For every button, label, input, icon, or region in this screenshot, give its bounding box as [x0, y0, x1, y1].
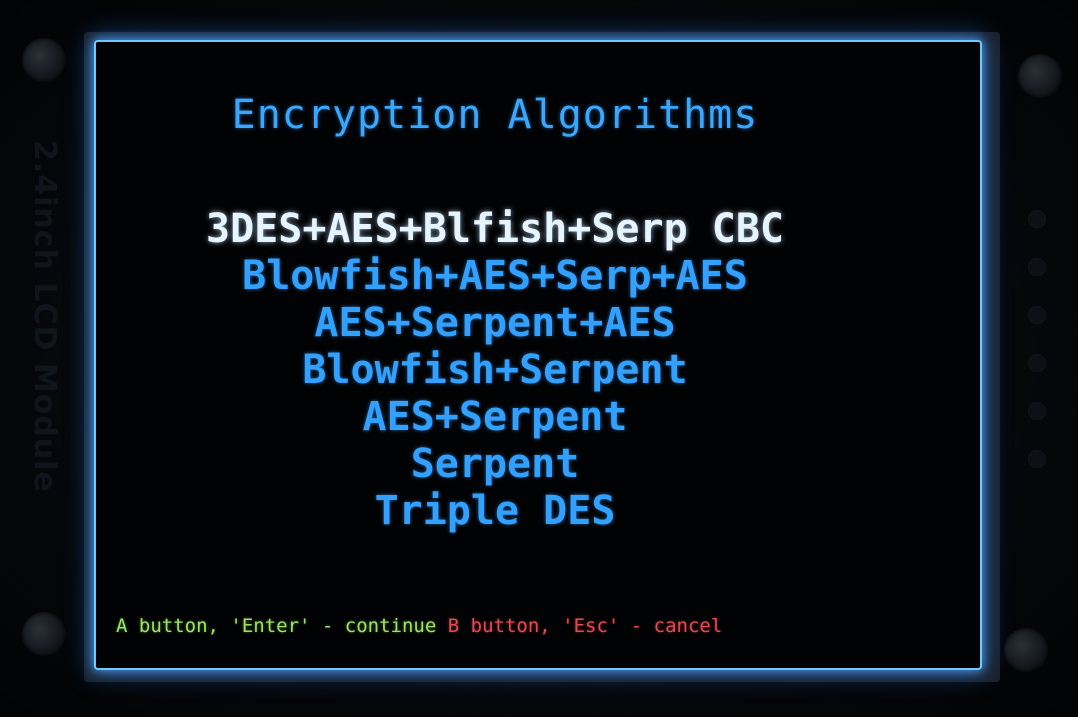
pin-hole	[1028, 450, 1046, 468]
cancel-hint: B button, 'Esc' - cancel	[447, 615, 723, 637]
continue-hint: A button, 'Enter' - continue	[116, 615, 437, 637]
algorithm-option[interactable]: 3DES+AES+Blfish+Serp CBC	[0, 206, 990, 253]
algorithm-option[interactable]: AES+Serpent	[0, 394, 990, 441]
screen-title: Encryption Algorithms	[231, 92, 759, 138]
algorithm-menu: 3DES+AES+Blfish+Serp CBC Blowfish+AES+Se…	[0, 206, 990, 535]
pin-hole	[1028, 402, 1046, 420]
algorithm-option[interactable]: AES+Serpent+AES	[0, 300, 990, 347]
mounting-screw-top-left	[22, 38, 66, 82]
mounting-screw-bottom-right	[1004, 628, 1048, 672]
header-pin-holes	[1028, 210, 1052, 510]
lcd-module: 2.4inch LCD Module Encryption Algorithms…	[0, 0, 1078, 717]
algorithm-option[interactable]: Serpent	[0, 441, 990, 488]
algorithm-option[interactable]: Blowfish+AES+Serp+AES	[0, 253, 990, 300]
pin-hole	[1028, 306, 1046, 324]
mounting-screw-top-right	[1018, 54, 1062, 98]
pin-hole	[1028, 354, 1046, 372]
algorithm-option[interactable]: Triple DES	[0, 488, 990, 535]
pin-hole	[1028, 210, 1046, 228]
button-hints: A button, 'Enter' - continue B button, '…	[116, 615, 916, 637]
pin-hole	[1028, 258, 1046, 276]
mounting-screw-bottom-left	[22, 612, 66, 656]
algorithm-option[interactable]: Blowfish+Serpent	[0, 347, 990, 394]
